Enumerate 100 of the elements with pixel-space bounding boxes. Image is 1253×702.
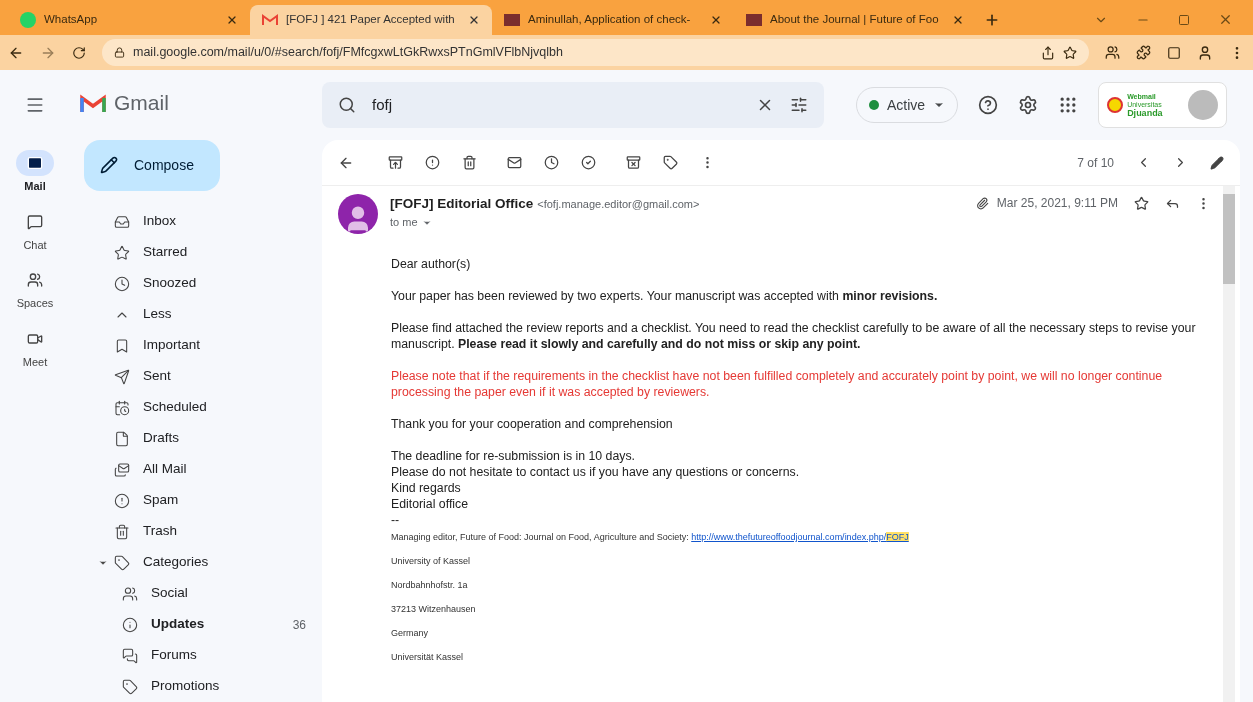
sidebar-label: Scheduled: [143, 398, 207, 417]
browser-tab[interactable]: About the Journal | Future of Foo: [734, 5, 976, 35]
rail-item[interactable]: Meet: [16, 325, 54, 370]
sidebar-item[interactable]: Drafts: [70, 423, 322, 454]
page-counter: 7 of 10: [1077, 154, 1114, 172]
sidebar-label: Drafts: [143, 429, 179, 448]
menu-icon[interactable]: [25, 95, 45, 115]
star-icon[interactable]: [1134, 195, 1149, 211]
close-icon[interactable]: [952, 14, 964, 26]
sidebar-item[interactable]: All Mail: [70, 454, 322, 485]
sidebar-item[interactable]: Important: [70, 330, 322, 361]
rail-item[interactable]: Spaces: [16, 267, 54, 312]
sidebar-item[interactable]: Scheduled: [70, 392, 322, 423]
tab-title: Aminullah, Application of check-: [528, 12, 692, 28]
sidebar-item[interactable]: Social: [70, 578, 322, 609]
mail-logo-icon: [262, 14, 278, 26]
lock-icon: [114, 47, 125, 58]
app-name: Gmail: [114, 90, 169, 116]
sidebar-item[interactable]: Inbox: [70, 206, 322, 237]
message-paragraph: Please find attached the review reports and a checklist. You need to read the checklist carefully to be aware of all the necessary steps to revise your manuscript. Please read it slowly and carefully and do not miss or skip any point.: [391, 320, 1197, 352]
add-task-icon[interactable]: [581, 155, 596, 170]
url-text: mail.google.com/mail/u/0/#search/fofj/FMfcgxwLtGkRwxsPTnGmlVFlbNjvqlbh: [133, 44, 563, 62]
recipient-text: to me: [390, 215, 418, 231]
browser-tab[interactable]: WhatsApp: [8, 5, 250, 35]
send-icon: [114, 368, 130, 385]
sidebar-item[interactable]: Promotions: [70, 671, 322, 702]
mail-icon[interactable]: [507, 155, 522, 170]
sidebar-label: Less: [143, 305, 172, 324]
people-icon: [122, 585, 138, 602]
message-paragraph: Dear author(s): [391, 256, 472, 272]
sidebar-item[interactable]: Starred: [70, 237, 322, 268]
close-icon[interactable]: [710, 14, 722, 26]
sidebar-item[interactable]: Less: [70, 299, 322, 330]
tag-icon: [122, 678, 138, 695]
sidebar-label: Important: [143, 336, 201, 355]
sender-email: <fofj.manage.editor@gmail.com>: [537, 197, 700, 212]
sidebar-item[interactable]: Categories: [70, 547, 322, 578]
maximize-icon[interactable]: [1178, 13, 1190, 26]
people-icon: [27, 272, 43, 288]
logo-mark-icon: [1107, 97, 1124, 113]
close-icon[interactable]: [226, 14, 238, 26]
message-paragraph: Editorial office: [391, 496, 469, 512]
message-paragraph: Thank you for your cooperation and comprehension: [391, 416, 674, 432]
exclamation-icon: [114, 492, 130, 509]
sidebar-item[interactable]: Snoozed: [70, 268, 322, 299]
journal-link[interactable]: http://www.thefutureoffoodjournal.com/index.php/FOFJ: [691, 532, 909, 542]
sidebar-label: Social: [151, 584, 188, 603]
report-spam-icon[interactable]: [425, 155, 440, 170]
address-line: University of Kassel: [391, 555, 472, 568]
pencil-icon[interactable]: [1210, 155, 1224, 170]
settings-icon[interactable]: [1018, 95, 1039, 115]
sidebar-item[interactable]: Updates 36: [70, 609, 322, 640]
people-icon[interactable]: [1105, 45, 1120, 60]
trash-icon[interactable]: [462, 155, 477, 170]
search-icon[interactable]: [338, 96, 356, 114]
attachment-icon: [975, 196, 989, 210]
browser-tab[interactable]: Aminullah, Application of check-: [492, 5, 734, 35]
scrollbar-thumb[interactable]: [1223, 194, 1235, 284]
sidebar-item[interactable]: Spam: [70, 485, 322, 516]
sidebar-label: Starred: [143, 243, 188, 262]
message-paragraph: The deadline for re-submission is in 10 days.: [391, 448, 636, 464]
sidebar-label: Inbox: [143, 212, 177, 231]
signature-line: Managing editor, Future of Food: Journal on Food, Agriculture and Society: http://www.thefutureoffoodjournal.com/index.php/FOFJ: [391, 531, 910, 544]
star-icon: [114, 244, 130, 261]
rail-label: Mail: [24, 179, 46, 194]
message-paragraph: Your paper has been reviewed by two experts. Your manuscript was accepted with minor revisions.: [391, 288, 939, 304]
close-icon[interactable]: [1218, 12, 1233, 27]
rail-label: Chat: [23, 237, 47, 253]
address-bar[interactable]: mail.google.com/mail/u/0/#search/fofj/FMfcgxwLtGkRwxsPTnGmlVFlbNjvqlbh: [102, 39, 1089, 66]
compose-button[interactable]: Compose: [84, 139, 220, 191]
tab-title: [FOFJ ] 421 Paper Accepted with: [286, 12, 456, 28]
message-paragraph: Please do not hesitate to contact us if you have any questions or concerns.: [391, 464, 801, 480]
info-icon: [122, 616, 138, 633]
filter-icon[interactable]: [790, 96, 808, 114]
address-line: Universität Kassel: [391, 651, 465, 664]
search-input[interactable]: fofj: [372, 93, 740, 117]
share-icon[interactable]: [1041, 45, 1055, 60]
sidebar-label: Promotions: [151, 677, 220, 696]
new-tab-icon[interactable]: [984, 12, 1000, 28]
sidebar-item[interactable]: Forums: [70, 640, 322, 671]
trash-icon: [114, 523, 130, 540]
address-line: Germany: [391, 627, 429, 640]
rail-item[interactable]: Chat: [16, 208, 54, 253]
address-line: Nordbahnhofstr. 1a: [391, 579, 469, 592]
address-line: 37213 Witzenhausen: [391, 603, 477, 616]
extensions-icon[interactable]: [1136, 45, 1151, 60]
sidebar-item[interactable]: Sent: [70, 361, 322, 392]
search-field[interactable]: fofj: [322, 82, 824, 128]
reload-icon[interactable]: [72, 45, 86, 60]
help-icon[interactable]: [978, 95, 999, 115]
sidebar-item[interactable]: Trash: [70, 516, 322, 547]
sidebar-label: Sent: [143, 367, 171, 386]
browser-tab[interactable]: [FOFJ ] 421 Paper Accepted with: [250, 5, 492, 35]
avatar: [1188, 90, 1219, 120]
profile-icon[interactable]: [1197, 44, 1213, 61]
clock-icon[interactable]: [544, 155, 559, 170]
archive-icon[interactable]: [388, 155, 403, 170]
close-icon[interactable]: [468, 14, 480, 26]
chat-bubbles-icon: [122, 647, 138, 664]
star-icon[interactable]: [1063, 45, 1077, 60]
